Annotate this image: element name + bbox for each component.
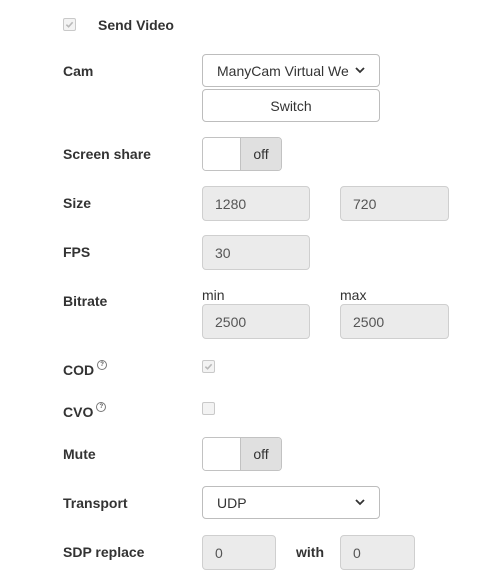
cam-select[interactable]: ManyCam Virtual Webcam bbox=[202, 54, 380, 87]
mute-toggle[interactable]: off bbox=[202, 437, 282, 471]
chevron-down-icon bbox=[355, 67, 365, 74]
checkmark-icon bbox=[204, 363, 213, 370]
cam-select-value: ManyCam Virtual Webcam bbox=[217, 62, 349, 79]
cod-label: COD? bbox=[63, 360, 108, 378]
cod-checkbox[interactable] bbox=[202, 360, 215, 373]
screen-share-toggle[interactable]: off bbox=[202, 137, 282, 171]
bitrate-min-label: min bbox=[202, 287, 225, 303]
cam-label: Cam bbox=[63, 63, 94, 79]
size-label: Size bbox=[63, 195, 92, 211]
toggle-handle bbox=[203, 138, 240, 170]
switch-camera-button[interactable]: Switch bbox=[202, 89, 380, 122]
bitrate-max-input[interactable]: 2500 bbox=[340, 304, 449, 339]
cvo-checkbox[interactable] bbox=[202, 402, 215, 415]
transport-select-value: UDP bbox=[217, 494, 247, 511]
fps-input[interactable]: 30 bbox=[202, 235, 310, 270]
chevron-down-icon bbox=[355, 499, 365, 506]
sdp-with-input[interactable]: 0 bbox=[340, 535, 415, 570]
help-icon[interactable]: ? bbox=[97, 360, 108, 370]
with-label: with bbox=[296, 544, 324, 560]
send-video-checkbox[interactable] bbox=[63, 18, 76, 31]
send-video-label: Send Video bbox=[98, 17, 174, 33]
help-icon[interactable]: ? bbox=[96, 402, 107, 412]
checkmark-icon bbox=[65, 21, 74, 28]
toggle-handle bbox=[203, 438, 240, 470]
transport-label: Transport bbox=[63, 495, 128, 511]
sdp-replace-input[interactable]: 0 bbox=[202, 535, 276, 570]
fps-label: FPS bbox=[63, 244, 91, 260]
sdp-replace-label: SDP replace bbox=[63, 544, 145, 560]
cvo-label-text: CVO bbox=[63, 404, 94, 420]
bitrate-min-input[interactable]: 2500 bbox=[202, 304, 310, 339]
screen-share-label: Screen share bbox=[63, 146, 151, 162]
cvo-label: CVO? bbox=[63, 402, 107, 420]
cod-label-text: COD bbox=[63, 362, 95, 378]
toggle-state-label: off bbox=[240, 438, 281, 470]
transport-select[interactable]: UDP bbox=[202, 486, 380, 519]
height-input[interactable]: 720 bbox=[340, 186, 449, 221]
bitrate-label: Bitrate bbox=[63, 293, 108, 309]
bitrate-max-label: max bbox=[340, 287, 367, 303]
width-input[interactable]: 1280 bbox=[202, 186, 310, 221]
toggle-state-label: off bbox=[240, 138, 281, 170]
mute-label: Mute bbox=[63, 446, 96, 462]
